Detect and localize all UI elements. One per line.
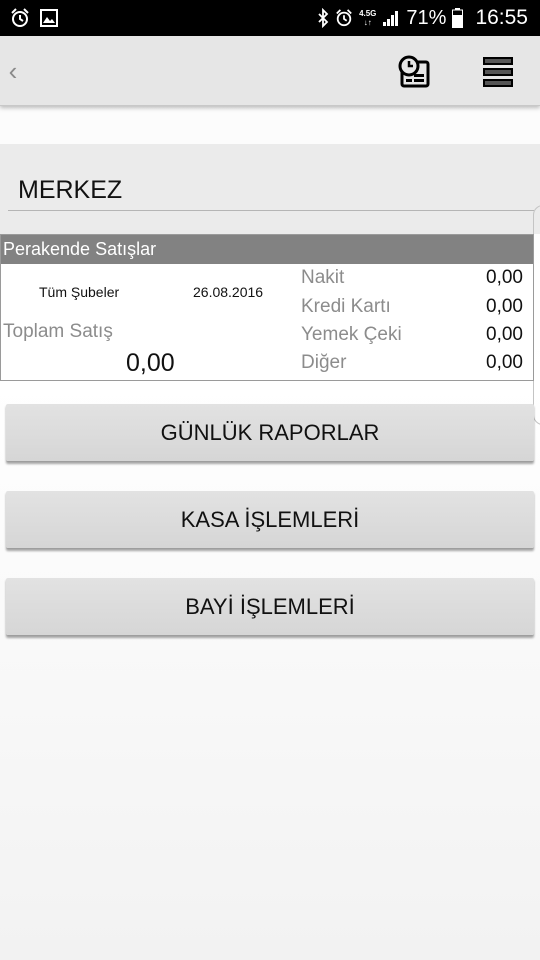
app-toolbar: ‹ <box>0 36 540 106</box>
bluetooth-icon <box>317 8 329 28</box>
back-button[interactable]: ‹ <box>2 56 24 86</box>
daily-reports-button[interactable]: GÜNLÜK RAPORLAR <box>6 404 534 462</box>
branch-filter[interactable]: Tüm Şubeler <box>39 284 119 300</box>
dealer-operations-button[interactable]: BAYİ İŞLEMLERİ <box>6 578 534 636</box>
signal-icon <box>382 9 400 27</box>
clock: 16:55 <box>475 6 528 29</box>
list-menu-icon <box>480 57 516 94</box>
network-activity-label: ↓↑ <box>363 18 372 27</box>
cash-label: Nakit <box>301 267 345 288</box>
retail-sales-card: Perakende Satışlar Tüm Şubeler 26.08.201… <box>0 234 534 381</box>
battery-percent: 71% <box>406 6 447 29</box>
report-clock-icon <box>396 55 432 94</box>
status-bar-left <box>10 8 58 28</box>
alarm-icon <box>10 8 30 28</box>
battery-icon <box>452 8 464 28</box>
side-panel-handle[interactable] <box>533 205 540 425</box>
alarm-icon <box>335 9 353 27</box>
image-icon <box>40 9 58 27</box>
other-value: 0,00 <box>486 352 523 373</box>
retail-sales-title: Perakende Satışlar <box>1 235 533 264</box>
menu-button[interactable] <box>480 54 516 90</box>
cash-value: 0,00 <box>486 267 523 288</box>
meal-voucher-label: Yemek Çeki <box>301 324 402 345</box>
location-underline <box>8 210 534 211</box>
report-button[interactable] <box>396 54 432 90</box>
cash-operations-button[interactable]: KASA İŞLEMLERİ <box>6 491 534 549</box>
other-label: Diğer <box>301 352 347 373</box>
credit-card-label: Kredi Kartı <box>301 296 391 317</box>
network-type: 4.5G ↓↑ <box>359 9 376 27</box>
location-selector[interactable]: MERKEZ <box>0 144 540 234</box>
status-bar: 4.5G ↓↑ 71% 16:55 <box>0 0 540 36</box>
credit-card-value: 0,00 <box>486 296 523 317</box>
total-sales-label: Toplam Satış <box>3 321 113 342</box>
location-name: MERKEZ <box>18 176 123 204</box>
meal-voucher-value: 0,00 <box>486 324 523 345</box>
network-type-label: 4.5G <box>359 9 377 18</box>
total-sales-value: 0,00 <box>126 349 175 377</box>
report-date[interactable]: 26.08.2016 <box>193 284 263 300</box>
status-bar-right: 4.5G ↓↑ 71% 16:55 <box>317 6 528 30</box>
